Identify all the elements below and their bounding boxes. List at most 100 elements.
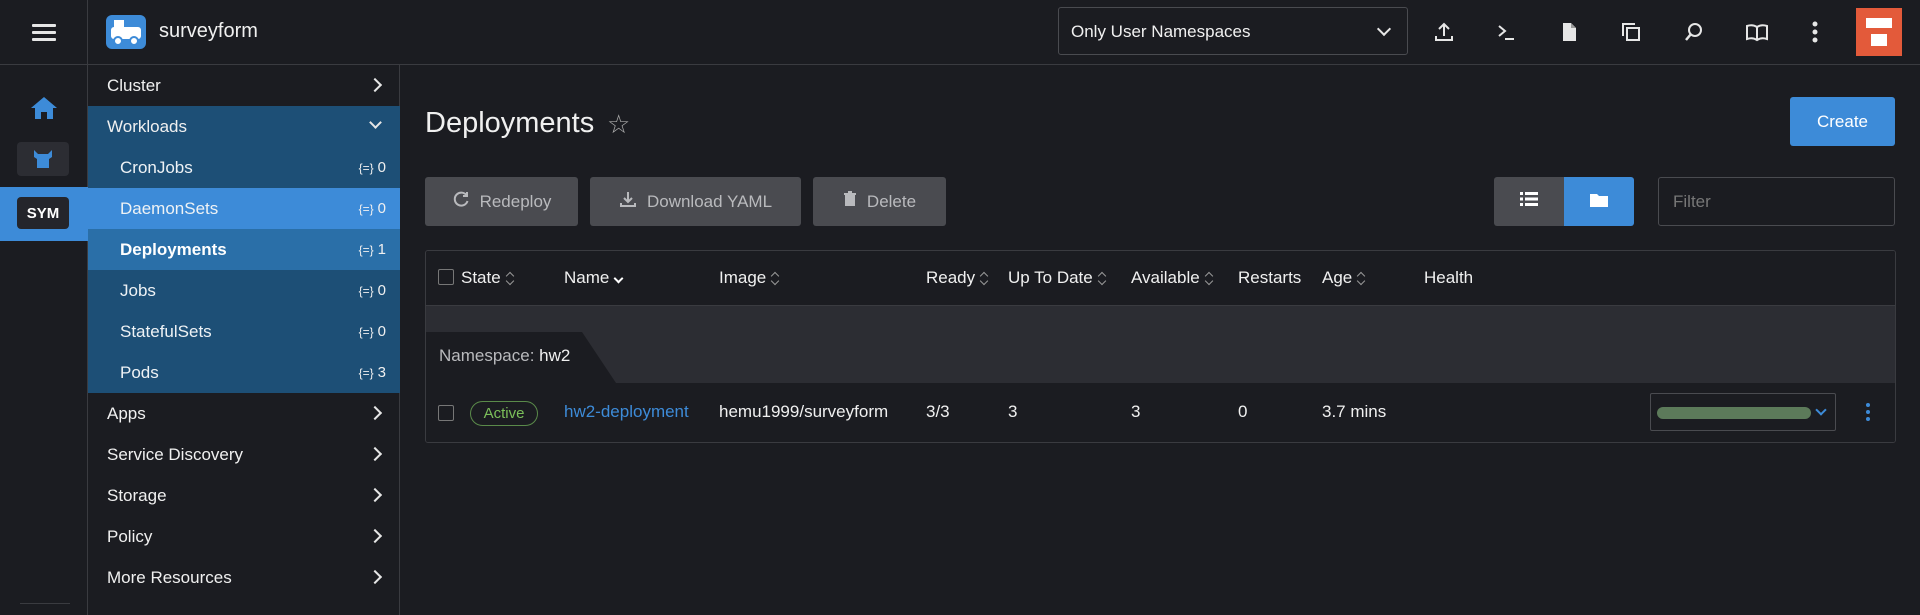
group-by-namespace-button[interactable] xyxy=(1564,177,1634,226)
deployment-name-link[interactable]: hw2-deployment xyxy=(564,402,689,422)
menu-button[interactable] xyxy=(0,0,88,65)
sort-icon xyxy=(1097,270,1107,286)
nav-item-label: CronJobs xyxy=(120,157,193,177)
cell-age: 3.7 mins xyxy=(1322,402,1387,421)
list-view-button[interactable] xyxy=(1494,177,1564,226)
nav-group-workloads[interactable]: Workloads xyxy=(88,106,400,147)
more-vertical-icon[interactable] xyxy=(1801,18,1829,46)
chevron-right-icon xyxy=(367,528,383,544)
column-available[interactable]: Available xyxy=(1131,268,1214,288)
chevron-right-icon xyxy=(367,446,383,462)
chevron-right-icon xyxy=(367,77,383,93)
docs-icon[interactable] xyxy=(1743,18,1771,46)
nav-group-label: Apps xyxy=(107,403,146,423)
upload-icon[interactable] xyxy=(1430,18,1458,46)
redeploy-label: Redeploy xyxy=(479,191,552,211)
cell-ready: 3/3 xyxy=(926,402,950,421)
redeploy-button[interactable]: Redeploy xyxy=(425,177,578,226)
app-logo-icon xyxy=(106,15,146,49)
column-age[interactable]: Age xyxy=(1322,268,1366,288)
nav-group-label: Policy xyxy=(107,526,153,546)
copy-config-icon[interactable] xyxy=(1617,18,1645,46)
create-button[interactable]: Create xyxy=(1790,97,1895,146)
cluster-badge: SYM xyxy=(17,197,69,229)
nav-item-count: {=} 0 xyxy=(358,159,386,176)
resource-icon: {=} xyxy=(358,284,374,298)
menu-icon xyxy=(31,20,56,45)
chevron-right-icon xyxy=(367,405,383,421)
column-health: Health xyxy=(1424,268,1474,287)
nav-group-label: Service Discovery xyxy=(107,444,244,464)
rail-divider xyxy=(20,603,70,604)
nav-item-daemonsets[interactable]: DaemonSets {=} 0 xyxy=(88,188,400,229)
download-yaml-button[interactable]: Download YAML xyxy=(590,177,801,226)
trash-icon xyxy=(843,191,857,212)
page-title: Deployments xyxy=(425,107,595,139)
column-name[interactable]: Name xyxy=(564,268,623,288)
nav-item-count: {=} 0 xyxy=(358,200,386,217)
nav-item-cronjobs[interactable]: CronJobs {=} 0 xyxy=(88,147,400,188)
sort-icon xyxy=(979,270,989,286)
cell-restarts: 0 xyxy=(1238,402,1248,421)
table-header: State Name Image Ready Up To Date Availa… xyxy=(426,251,1895,306)
column-state[interactable]: State xyxy=(461,268,515,288)
cell-image: hemu1999/surveyform xyxy=(719,402,889,421)
nav-item-statefulsets[interactable]: StatefulSets {=} 0 xyxy=(88,311,400,352)
namespace-select[interactable]: Only User Namespaces xyxy=(1058,7,1408,55)
sort-icon xyxy=(1204,270,1214,286)
folder-icon xyxy=(1590,192,1608,212)
select-all-checkbox[interactable] xyxy=(438,269,454,285)
filter-input[interactable] xyxy=(1658,177,1895,226)
nav-item-deployments[interactable]: Deployments {=} 1 xyxy=(88,229,400,270)
file-icon[interactable] xyxy=(1555,18,1583,46)
nav-group-storage[interactable]: Storage xyxy=(88,475,400,516)
nav-group-policy[interactable]: Policy xyxy=(88,516,400,557)
nav-item-jobs[interactable]: Jobs {=} 0 xyxy=(88,270,400,311)
nav-group-apps[interactable]: Apps xyxy=(88,393,400,434)
resource-icon: {=} xyxy=(358,243,374,257)
nav-item-count: {=} 1 xyxy=(358,241,386,258)
nav-item-label: StatefulSets xyxy=(120,321,212,341)
chevron-down-icon xyxy=(1376,21,1392,37)
terminal-icon[interactable] xyxy=(1492,18,1520,46)
nav-item-count: {=} 3 xyxy=(358,364,386,381)
favorite-star-icon[interactable]: ☆ xyxy=(607,109,630,140)
cluster-selected[interactable]: SYM xyxy=(0,187,88,241)
health-dropdown[interactable] xyxy=(1650,393,1836,431)
chevron-down-icon xyxy=(369,116,382,129)
top-bar: surveyform Only User Namespaces xyxy=(0,0,1920,65)
nav-item-label: Pods xyxy=(120,362,159,382)
sort-icon xyxy=(1356,270,1366,286)
nav-item-pods[interactable]: Pods {=} 3 xyxy=(88,352,400,393)
delete-label: Delete xyxy=(866,191,917,211)
nav-item-count: {=} 0 xyxy=(358,323,386,340)
nav-group-label: Storage xyxy=(107,485,167,505)
user-avatar[interactable] xyxy=(1856,8,1902,56)
chevron-right-icon xyxy=(367,569,383,585)
chevron-down-icon xyxy=(1815,404,1827,416)
cluster-manager-icon[interactable] xyxy=(17,142,69,176)
namespace-group-label: Namespace: hw2 xyxy=(426,332,616,383)
nav-group-service-discovery[interactable]: Service Discovery xyxy=(88,434,400,475)
nav-item-count: {=} 0 xyxy=(358,282,386,299)
row-checkbox[interactable] xyxy=(438,405,454,421)
nav-group-cluster[interactable]: Cluster xyxy=(88,65,400,106)
namespace-group-row: Namespace: hw2 xyxy=(426,306,1895,383)
column-ready[interactable]: Ready xyxy=(926,268,989,288)
home-icon[interactable] xyxy=(29,95,59,126)
cluster-rail: SYM xyxy=(0,65,88,615)
column-image[interactable]: Image xyxy=(719,268,780,288)
download-icon xyxy=(619,190,637,213)
resource-icon: {=} xyxy=(358,325,374,339)
delete-button[interactable]: Delete xyxy=(813,177,946,226)
nav-group-label: Cluster xyxy=(107,75,161,95)
status-badge: Active xyxy=(470,401,538,426)
deployments-table: State Name Image Ready Up To Date Availa… xyxy=(425,250,1896,443)
resource-icon: {=} xyxy=(358,202,374,216)
nav-item-label: DaemonSets xyxy=(120,198,219,218)
view-toggle xyxy=(1494,177,1634,226)
row-actions-icon[interactable] xyxy=(1866,403,1870,423)
column-uptodate[interactable]: Up To Date xyxy=(1008,268,1107,288)
search-icon[interactable] xyxy=(1680,18,1708,46)
nav-group-more-resources[interactable]: More Resources xyxy=(88,557,400,598)
